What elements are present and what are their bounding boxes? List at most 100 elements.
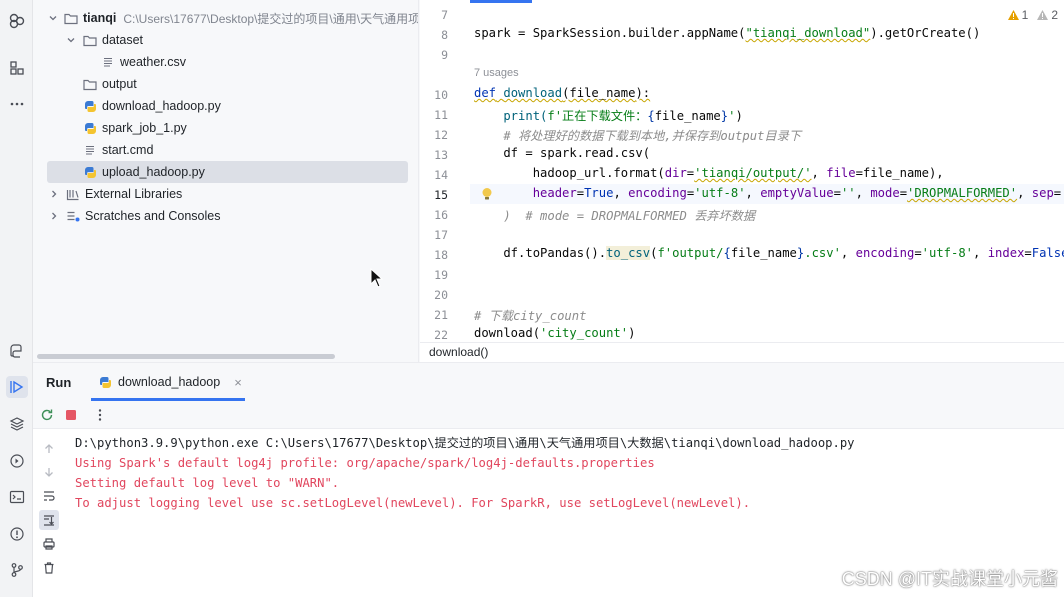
chevron-right-icon[interactable] [48, 188, 60, 200]
line-number: 11 [434, 108, 448, 122]
line-number: 14 [434, 168, 448, 182]
code-line-8: spark = SparkSession.builder.appName("ti… [474, 26, 981, 40]
usages-hint[interactable]: 7 usages [474, 67, 519, 79]
console-stderr-line: Using Spark's default log4j profile: org… [75, 456, 655, 470]
tree-item-upload-hadoop[interactable]: upload_hadoop.py [33, 161, 418, 183]
tree-root-path: C:\Users\17677\Desktop\提交过的项目\通用\天气通用项 [123, 11, 419, 26]
code-line-13: df = spark.read.csv( [474, 146, 651, 160]
folder-icon [83, 33, 97, 47]
console-command-line: D:\python3.9.9\python.exe C:\Users\17677… [75, 436, 855, 450]
more-vertical-icon [98, 409, 102, 421]
soft-wrap-icon [44, 491, 55, 501]
line-number: 16 [434, 208, 448, 222]
trash-icon [44, 562, 54, 574]
breadcrumb[interactable]: download() [429, 345, 488, 359]
scroll-down-button[interactable] [39, 462, 59, 482]
code-line-12: # 将处理好的数据下载到本地,并保存到output目录下 [474, 129, 801, 143]
tree-item-spark-job[interactable]: spark_job_1.py [33, 117, 418, 139]
run-header: Run download_hadoop × [33, 363, 1064, 401]
chevron-down-icon[interactable] [65, 34, 77, 46]
console-output[interactable]: D:\python3.9.9\python.exe C:\Users\17677… [75, 433, 855, 513]
run-toolbar [33, 401, 1064, 429]
tree-item-label: download_hadoop.py [102, 99, 221, 113]
code-line-16: ) # mode = DROPMALFORMED 丢弃坏数据 [474, 209, 756, 223]
code-line-14: hadoop_url.format(dir='tianqi/output/', … [474, 166, 944, 180]
tree-item-label: spark_job_1.py [102, 121, 187, 135]
code-line-15: header=True, encoding='utf-8', emptyValu… [532, 186, 1064, 200]
code-line-22: download('city_count') [474, 326, 636, 340]
project-panel: tianqi C:\Users\17677\Desktop\提交过的项目\通用\… [33, 0, 419, 362]
more-options-button[interactable] [91, 406, 109, 424]
clear-button[interactable] [39, 558, 59, 578]
line-number: 8 [441, 28, 448, 42]
tree-item-label: dataset [102, 33, 144, 47]
mouse-pointer-icon [370, 268, 384, 288]
scroll-up-button[interactable] [39, 439, 59, 459]
inspection-widget[interactable]: 1 2 [1007, 8, 1058, 22]
tree-item-start-cmd[interactable]: start.cmd [33, 139, 418, 161]
tree-root-tianqi[interactable]: tianqi C:\Users\17677\Desktop\提交过的项目\通用\… [33, 7, 419, 29]
horizontal-scrollbar[interactable] [37, 354, 335, 359]
line-number: 9 [441, 48, 448, 62]
line-number: 19 [434, 268, 448, 282]
tree-item-download-hadoop[interactable]: download_hadoop.py [33, 95, 418, 117]
terminal-icon[interactable] [6, 486, 28, 508]
tree-root-label: tianqi [83, 11, 117, 25]
line-number: 21 [434, 308, 448, 322]
code-line-21: # 下载city_count [474, 309, 587, 323]
arrow-up-icon [45, 444, 53, 453]
line-gutter: 7 8 9 10 11 12 13 14 15 16 17 18 19 20 2… [420, 0, 470, 342]
stop-button[interactable] [62, 406, 80, 424]
services-icon[interactable] [6, 450, 28, 472]
rerun-button[interactable] [38, 406, 56, 424]
python-file-icon [100, 376, 111, 388]
tree-item-scratches[interactable]: Scratches and Consoles [33, 205, 418, 227]
print-icon [43, 538, 55, 550]
layers-icon[interactable] [6, 413, 28, 435]
more-icon[interactable] [6, 93, 28, 115]
arrow-down-icon [45, 468, 53, 477]
weak-warnings-value: 2 [1051, 8, 1058, 22]
python-file-icon [83, 121, 97, 135]
run-tool-icon[interactable] [6, 376, 28, 398]
console-stderr-line: Setting default log level to "WARN". [75, 476, 340, 490]
chevron-right-icon[interactable] [48, 210, 60, 222]
tree-item-label: Scratches and Consoles [85, 209, 221, 223]
line-number: 12 [434, 128, 448, 142]
structure-icon[interactable] [6, 57, 28, 79]
line-number-current: 15 [434, 188, 448, 202]
warnings-value: 1 [1021, 8, 1029, 22]
warning-icon [1007, 10, 1019, 20]
run-panel-title: Run [46, 375, 72, 390]
print-button[interactable] [39, 534, 59, 554]
tree-item-dataset[interactable]: dataset [33, 29, 418, 51]
text-file-icon [83, 143, 97, 157]
line-number: 10 [434, 88, 448, 102]
tree-item-output[interactable]: output [33, 73, 418, 95]
intention-bulb-icon[interactable] [480, 187, 494, 201]
tree-item-external-libraries[interactable]: External Libraries [33, 183, 418, 205]
line-number: 7 [441, 8, 448, 22]
python-console-icon[interactable] [6, 340, 28, 362]
line-number: 20 [434, 288, 448, 302]
console-side-tools [33, 429, 66, 597]
code-editor[interactable]: 7 8 9 10 11 12 13 14 15 16 17 18 19 20 2… [420, 0, 1064, 362]
rerun-icon [41, 409, 53, 421]
warnings-count[interactable]: 1 [1007, 8, 1029, 22]
problems-icon[interactable] [6, 523, 28, 545]
close-icon[interactable]: × [234, 375, 242, 390]
breadcrumb-bar: download() [420, 342, 1064, 362]
folder-icon [64, 11, 78, 25]
text-file-icon [101, 55, 115, 69]
scroll-to-end-button[interactable] [39, 510, 59, 530]
soft-wrap-button[interactable] [39, 486, 59, 506]
chevron-down-icon[interactable] [48, 12, 58, 24]
folder-icon [83, 77, 97, 91]
watermark: CSDN @IT实战课堂小元酱 [841, 569, 1058, 589]
weak-warnings-count[interactable]: 2 [1036, 8, 1058, 22]
project-icon[interactable] [6, 10, 28, 32]
git-icon[interactable] [6, 559, 28, 581]
tree-item-weather-csv[interactable]: weather.csv [33, 51, 418, 73]
library-icon [66, 187, 80, 201]
run-tab-download-hadoop[interactable]: download_hadoop × [91, 363, 250, 401]
